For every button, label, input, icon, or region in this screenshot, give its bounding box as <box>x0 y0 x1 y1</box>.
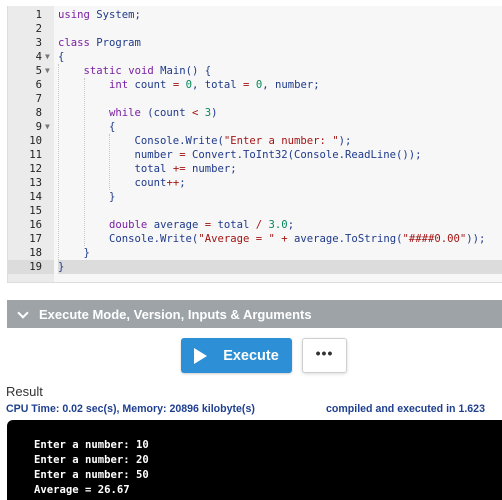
line-number: 6 <box>35 79 42 91</box>
code-text: while (count < 3) <box>109 107 218 119</box>
execute-options-bar[interactable]: Execute Mode, Version, Inputs & Argument… <box>7 300 502 328</box>
code-line[interactable]: 4 ▼ { <box>8 50 502 64</box>
output-line: Enter a number: 10 <box>34 439 149 451</box>
code-text: } <box>58 247 90 259</box>
code-line[interactable]: 19} <box>8 260 502 274</box>
line-number: 9 <box>35 121 42 133</box>
more-dots-icon: ••• <box>315 344 334 361</box>
line-number: 1 <box>35 9 42 21</box>
output-line: Average = 26.67 <box>34 484 130 496</box>
code-line[interactable]: 17 Console.Write("Average = " + average.… <box>8 232 502 246</box>
code-text: number = Convert.ToInt32(Console.ReadLin… <box>58 149 422 161</box>
line-number: 8 <box>35 107 42 119</box>
line-number: 19 <box>8 260 54 274</box>
line-number: 7 <box>35 93 42 105</box>
line-number: 10 <box>29 135 42 147</box>
code-line[interactable]: 8 while (count < 3) <box>8 106 502 120</box>
code-text: using System; <box>58 9 141 21</box>
line-number: 13 <box>29 177 42 189</box>
output-console: Enter a number: 10 Enter a number: 20 En… <box>7 420 502 500</box>
line-number: 16 <box>29 219 42 231</box>
line-number: 18 <box>29 247 42 259</box>
execute-button-label: Execute <box>223 347 279 364</box>
line-number: 17 <box>29 233 42 245</box>
output-line: Enter a number: 50 <box>34 469 149 481</box>
line-number: 14 <box>29 191 42 203</box>
code-text: double average = total / 3.0; <box>109 219 295 231</box>
chevron-down-icon[interactable] <box>18 309 28 319</box>
code-line[interactable]: 3 class Program <box>8 36 502 50</box>
execute-options-title: Execute Mode, Version, Inputs & Argument… <box>39 306 312 322</box>
line-number: 2 <box>35 23 42 35</box>
code-text: static void Main() { <box>83 65 212 77</box>
result-heading: Result <box>6 384 43 399</box>
code-editor[interactable]: 1 using System; 2 3 class Program 4 ▼{5 ▼ stati… <box>7 6 502 283</box>
code-line[interactable]: 1 using System; <box>8 8 502 22</box>
play-icon <box>194 347 208 364</box>
code-text: { <box>58 121 116 133</box>
code-line[interactable]: 15 <box>8 204 502 218</box>
line-number: 11 <box>29 149 42 161</box>
code-text: Console.Write("Average = " + average.ToS… <box>58 233 486 245</box>
line-number: 12 <box>29 163 42 175</box>
fold-arrow-icon[interactable]: ▼ <box>45 50 50 64</box>
code-text: int count = 0, total = 0, number; <box>109 79 320 91</box>
compile-status: compiled and executed in 1.623 <box>326 403 485 415</box>
line-number: 3 <box>35 37 42 49</box>
line-number: 4 <box>35 51 42 63</box>
code-text: class Program <box>58 37 141 49</box>
code-line[interactable]: 14 } <box>8 190 502 204</box>
code-line[interactable]: 6 int count = 0, total = 0, number; <box>8 78 502 92</box>
code-text: count++; <box>58 177 186 189</box>
code-line[interactable]: 11 number = Convert.ToInt32(Console.Read… <box>8 148 502 162</box>
code-line[interactable]: 18 } <box>8 246 502 260</box>
execute-button[interactable]: Execute <box>181 338 292 373</box>
code-text: } <box>58 191 116 203</box>
fold-arrow-icon[interactable]: ▼ <box>45 120 50 134</box>
code-line[interactable]: 16 double average = total / 3.0; <box>8 218 502 232</box>
code-text: { <box>58 51 65 63</box>
cpu-memory-stats: CPU Time: 0.02 sec(s), Memory: 20896 kil… <box>6 403 255 415</box>
line-number: 15 <box>29 205 42 217</box>
code-line[interactable]: 7 <box>8 92 502 106</box>
more-options-button[interactable]: ••• <box>302 338 347 373</box>
code-text: total += number; <box>58 163 237 175</box>
code-text: } <box>58 260 502 274</box>
code-line[interactable]: 9 ▼ { <box>8 120 502 134</box>
code-line[interactable]: 2 <box>8 22 502 36</box>
code-line[interactable]: 12 total += number; <box>8 162 502 176</box>
code-line[interactable]: 10 Console.Write("Enter a number: "); <box>8 134 502 148</box>
code-line[interactable]: 13 count++; <box>8 176 502 190</box>
output-line: Enter a number: 20 <box>34 454 149 466</box>
fold-arrow-icon[interactable]: ▼ <box>45 64 50 78</box>
code-text: Console.Write("Enter a number: "); <box>58 135 352 147</box>
code-line[interactable]: 5 ▼ static void Main() { <box>8 64 502 78</box>
line-number: 5 <box>35 65 42 77</box>
